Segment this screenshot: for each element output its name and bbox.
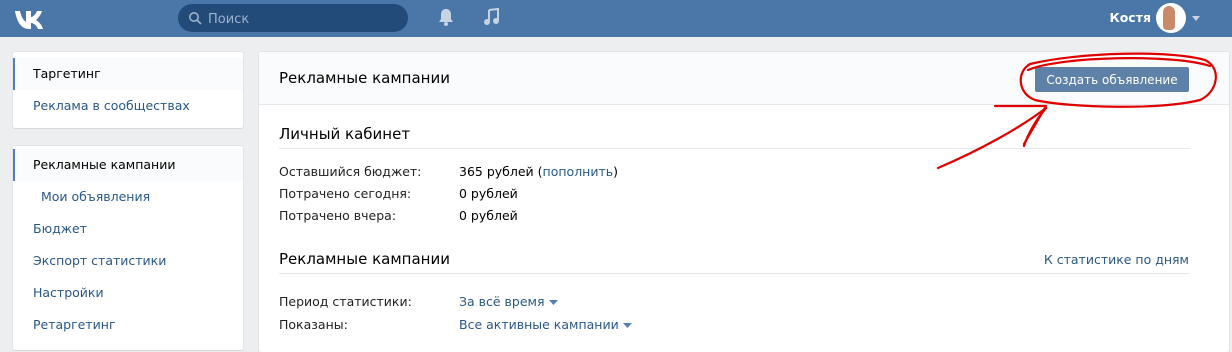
sidebar-item-my-ads[interactable]: Мои объявления <box>13 181 243 213</box>
sidebar-section-targeting: Таргетинг Реклама в сообществах <box>13 52 243 128</box>
sidebar-item-settings[interactable]: Настройки <box>13 277 243 309</box>
vk-logo-icon[interactable] <box>13 5 47 31</box>
create-ad-button[interactable]: Создать объявление <box>1035 67 1189 92</box>
main-panel: Рекламные кампании Создать объявление Ли… <box>259 52 1229 352</box>
budget-value: 365 рублей <box>459 164 534 179</box>
top-up-link[interactable]: пополнить <box>543 164 614 179</box>
search-icon <box>189 12 202 25</box>
budget-value-row: 365 рублей (пополнить) <box>459 164 618 179</box>
shown-label: Показаны: <box>279 317 348 332</box>
paren-open: ( <box>533 164 543 179</box>
sidebar-item-targeting[interactable]: Таргетинг <box>13 58 243 90</box>
search-box[interactable] <box>178 4 408 32</box>
avatar-image <box>1163 6 1175 30</box>
bell-icon[interactable] <box>437 7 455 27</box>
divider <box>279 148 1190 149</box>
section-title-account: Личный кабинет <box>279 125 411 143</box>
period-value: За всё время <box>459 294 545 309</box>
panel-header: Рекламные кампании Создать объявление <box>259 52 1229 105</box>
paren-close: ) <box>613 164 619 179</box>
sidebar-item-community-ads[interactable]: Реклама в сообществах <box>13 90 243 122</box>
page-title: Рекламные кампании <box>279 69 450 87</box>
chevron-down-icon <box>622 323 632 328</box>
spent-yesterday-value: 0 рублей <box>459 208 518 223</box>
sidebar-item-export-stats[interactable]: Экспорт статистики <box>13 245 243 277</box>
top-bar: Костя <box>0 0 1232 37</box>
section-title-campaigns: Рекламные кампании <box>279 250 450 268</box>
divider <box>279 273 1190 274</box>
search-input[interactable] <box>206 8 400 30</box>
period-dropdown[interactable]: За всё время <box>459 294 558 309</box>
music-note-icon[interactable] <box>483 7 501 27</box>
chevron-down-icon[interactable] <box>1192 16 1200 21</box>
sidebar-section-cabinet: Рекламные кампании Мои объявления Бюджет… <box>13 146 243 350</box>
sidebar-item-retargeting[interactable]: Ретаргетинг <box>13 309 243 341</box>
shown-dropdown[interactable]: Все активные кампании <box>459 317 632 332</box>
period-label: Период статистики: <box>279 294 412 309</box>
avatar[interactable] <box>1156 3 1186 33</box>
shown-value: Все активные кампании <box>459 317 619 332</box>
spent-today-label: Потрачено сегодня: <box>279 186 412 201</box>
username[interactable]: Костя <box>1105 10 1152 25</box>
sidebar-item-campaigns[interactable]: Рекламные кампании <box>13 149 243 181</box>
spent-today-value: 0 рублей <box>459 186 518 201</box>
spent-yesterday-label: Потрачено вчера: <box>279 208 397 223</box>
chevron-down-icon <box>548 300 558 305</box>
stats-by-day-link[interactable]: К статистике по дням <box>979 252 1189 267</box>
budget-label: Оставшийся бюджет: <box>279 164 422 179</box>
sidebar-item-budget[interactable]: Бюджет <box>13 213 243 245</box>
